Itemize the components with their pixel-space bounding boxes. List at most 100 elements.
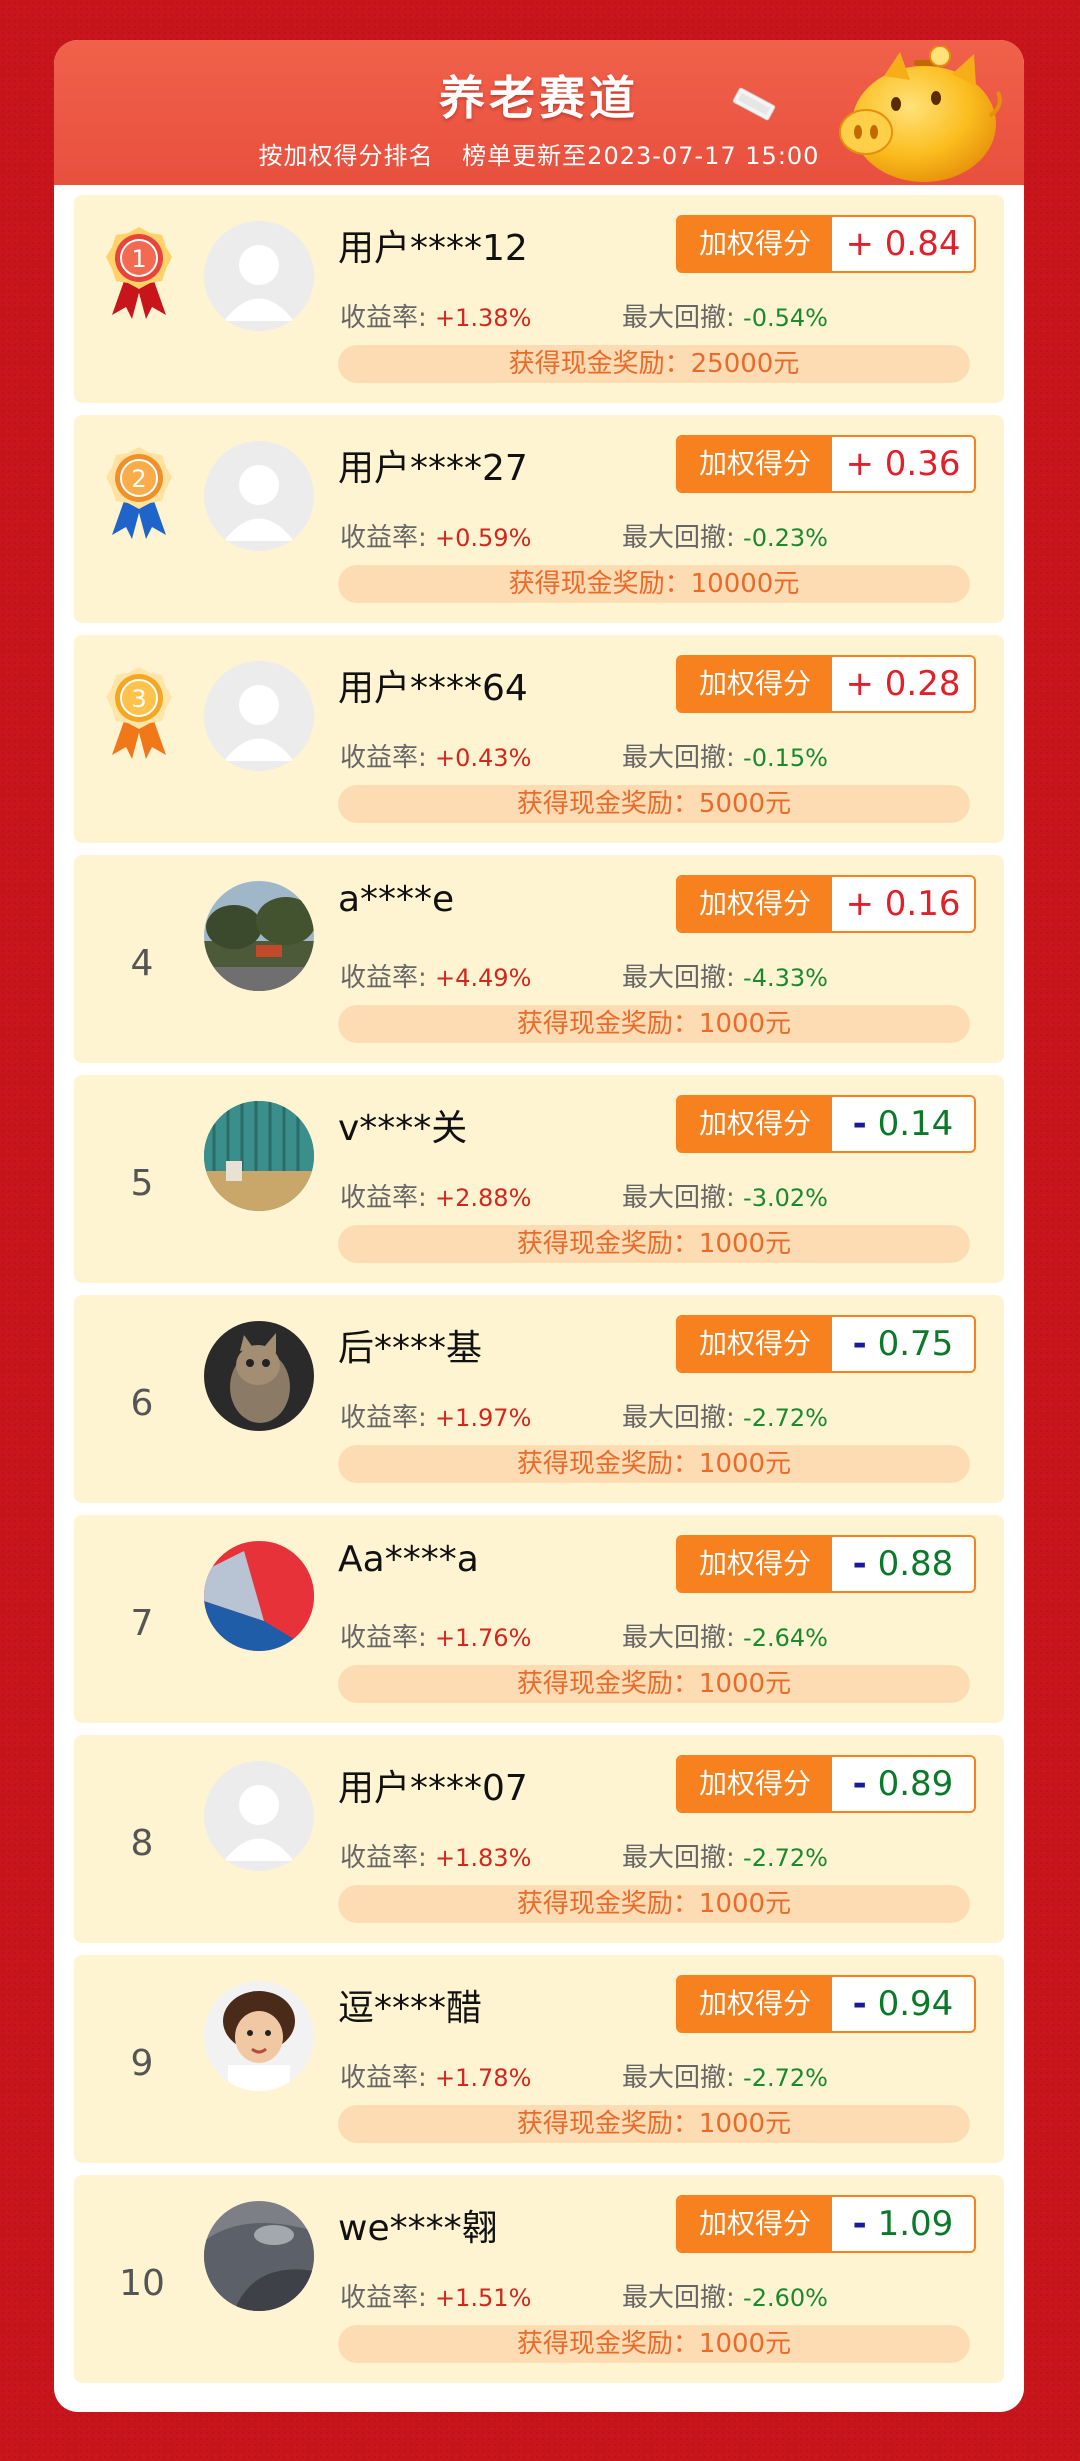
score-number: 0.14 (877, 1104, 954, 1144)
score-sign: + (845, 444, 874, 484)
return-value: +1.78% (435, 2064, 532, 2092)
score-number: 1.09 (877, 2204, 954, 2244)
cash-reward-banner: 获得现金奖励：1000元 (338, 2325, 970, 2363)
weighted-score-value: - 0.89 (832, 1757, 974, 1811)
user-name: v****关 (338, 1108, 468, 1149)
score-sign: - (852, 1104, 867, 1144)
return-value: +0.43% (435, 744, 532, 772)
metrics-line: 收益率: +0.59% 最大回撤: -0.23% (340, 517, 828, 554)
return-label: 收益率: (340, 2283, 427, 2313)
leaderboard-row[interactable]: 1 用户****12 加权得分 + 0.84 收益率: +1.38% 最大回撤: -0.5… (74, 195, 1004, 403)
return-value: +0.59% (435, 524, 532, 552)
weighted-score-badge: 加权得分 + 0.84 (676, 215, 976, 273)
return-label: 收益率: (340, 2063, 427, 2093)
medal-rank-number: 1 (131, 245, 146, 273)
avatar[interactable] (204, 1761, 314, 1871)
score-sign: + (845, 224, 874, 264)
weighted-score-badge: 加权得分 - 1.09 (676, 2195, 976, 2253)
weighted-score-value: - 0.88 (832, 1537, 974, 1591)
cash-reward-banner: 获得现金奖励：25000元 (338, 345, 970, 383)
return-label: 收益率: (340, 743, 427, 773)
return-label: 收益率: (340, 1183, 427, 1213)
drawdown-value: -2.64% (743, 1624, 828, 1652)
weighted-score-value: + 0.28 (832, 657, 974, 711)
leaderboard-row[interactable]: 7 Aa****a 加权得分 - 0.88 收益率: +1.76% 最大回撤: -2.64… (74, 1515, 1004, 1723)
weighted-score-value: - 0.75 (832, 1317, 974, 1371)
return-value: +1.76% (435, 1624, 532, 1652)
return-label: 收益率: (340, 963, 427, 993)
weighted-score-label: 加权得分 (678, 1097, 832, 1151)
metrics-line: 收益率: +0.43% 最大回撤: -0.15% (340, 737, 828, 774)
score-sign: + (845, 664, 874, 704)
user-name: 用户****64 (338, 668, 528, 709)
leaderboard-row[interactable]: 3 用户****64 加权得分 + 0.28 收益率: +0.43% 最大回撤: -0.1… (74, 635, 1004, 843)
leaderboard-row[interactable]: 6 后****基 加权得分 - 0.75 收益率: +1.97% 最大回撤: -2.72%… (74, 1295, 1004, 1503)
drawdown-value: -0.54% (743, 304, 828, 332)
return-label: 收益率: (340, 1623, 427, 1653)
drawdown-label: 最大回撤: (622, 743, 735, 773)
drawdown-label: 最大回撤: (622, 1403, 735, 1433)
user-name: 用户****07 (338, 1768, 528, 1809)
metrics-line: 收益率: +1.97% 最大回撤: -2.72% (340, 1397, 828, 1434)
weighted-score-badge: 加权得分 - 0.14 (676, 1095, 976, 1153)
score-number: 0.94 (877, 1984, 954, 2024)
leaderboard-row[interactable]: 9 逗****醋 加权得分 - 0.94 收益率: +1.78% 最大回撤: -2.72%… (74, 1955, 1004, 2163)
drawdown-value: -3.02% (743, 1184, 828, 1212)
weighted-score-value: - 1.09 (832, 2197, 974, 2251)
leaderboard-row[interactable]: 2 用户****27 加权得分 + 0.36 收益率: +0.59% 最大回撤: -0.2… (74, 415, 1004, 623)
update-time: 榜单更新至2023-07-17 15:00 (462, 142, 820, 170)
rank-medal-icon: 1 (102, 223, 176, 323)
weighted-score-badge: 加权得分 - 0.88 (676, 1535, 976, 1593)
avatar[interactable] (204, 661, 314, 771)
drawdown-label: 最大回撤: (622, 963, 735, 993)
leaderboard-row[interactable]: 4 a****e 加权得分 + 0.16 收益率: +4.49% 最大回撤: -4.33%… (74, 855, 1004, 1063)
rank-number: 6 (130, 1383, 154, 1424)
score-number: 0.16 (884, 884, 961, 924)
score-number: 0.75 (877, 1324, 954, 1364)
rank-medal-icon: 3 (102, 663, 176, 763)
rank-number: 10 (119, 2263, 165, 2304)
score-number: 0.36 (884, 444, 961, 484)
avatar[interactable] (204, 221, 314, 331)
cash-reward-banner: 获得现金奖励：5000元 (338, 785, 970, 823)
weighted-score-value: + 0.16 (832, 877, 974, 931)
user-name: 后****基 (338, 1328, 483, 1369)
drawdown-value: -0.15% (743, 744, 828, 772)
leaderboard-row[interactable]: 5 v****关 加权得分 - 0.14 收益率: +2.88% 最大回撤: -3.02%… (74, 1075, 1004, 1283)
avatar[interactable] (204, 1541, 314, 1651)
metrics-line: 收益率: +2.88% 最大回撤: -3.02% (340, 1177, 828, 1214)
user-name: 用户****27 (338, 448, 528, 489)
avatar[interactable] (204, 1321, 314, 1431)
drawdown-value: -2.60% (743, 2284, 828, 2312)
rank-medal-icon: 2 (102, 443, 176, 543)
drawdown-label: 最大回撤: (622, 523, 735, 553)
weighted-score-label: 加权得分 (678, 437, 832, 491)
avatar[interactable] (204, 1981, 314, 2091)
score-sign: + (845, 884, 874, 924)
leaderboard-row[interactable]: 8 用户****07 加权得分 - 0.89 收益率: +1.83% 最大回撤: -2.7… (74, 1735, 1004, 1943)
avatar[interactable] (204, 2201, 314, 2311)
return-label: 收益率: (340, 303, 427, 333)
avatar[interactable] (204, 881, 314, 991)
drawdown-label: 最大回撤: (622, 303, 735, 333)
drawdown-label: 最大回撤: (622, 1623, 735, 1653)
drawdown-label: 最大回撤: (622, 2063, 735, 2093)
return-value: +1.38% (435, 304, 532, 332)
return-value: +1.97% (435, 1404, 532, 1432)
return-value: +1.51% (435, 2284, 532, 2312)
user-name: we****翱 (338, 2208, 498, 2249)
score-sign: - (852, 1324, 867, 1364)
leaderboard-row[interactable]: 10 we****翱 加权得分 - 1.09 收益率: +1.51% 最大回撤: -2.6… (74, 2175, 1004, 2383)
avatar[interactable] (204, 441, 314, 551)
metrics-line: 收益率: +1.76% 最大回撤: -2.64% (340, 1617, 828, 1654)
user-name: a****e (338, 879, 455, 920)
avatar[interactable] (204, 1101, 314, 1211)
rank-number: 9 (130, 2043, 154, 2084)
weighted-score-label: 加权得分 (678, 1537, 832, 1591)
medal-rank-number: 2 (131, 465, 146, 493)
metrics-line: 收益率: +4.49% 最大回撤: -4.33% (340, 957, 828, 994)
cash-reward-banner: 获得现金奖励：1000元 (338, 1885, 970, 1923)
weighted-score-badge: 加权得分 + 0.36 (676, 435, 976, 493)
user-name: Aa****a (338, 1539, 479, 1580)
medal-rank-number: 3 (131, 685, 146, 713)
